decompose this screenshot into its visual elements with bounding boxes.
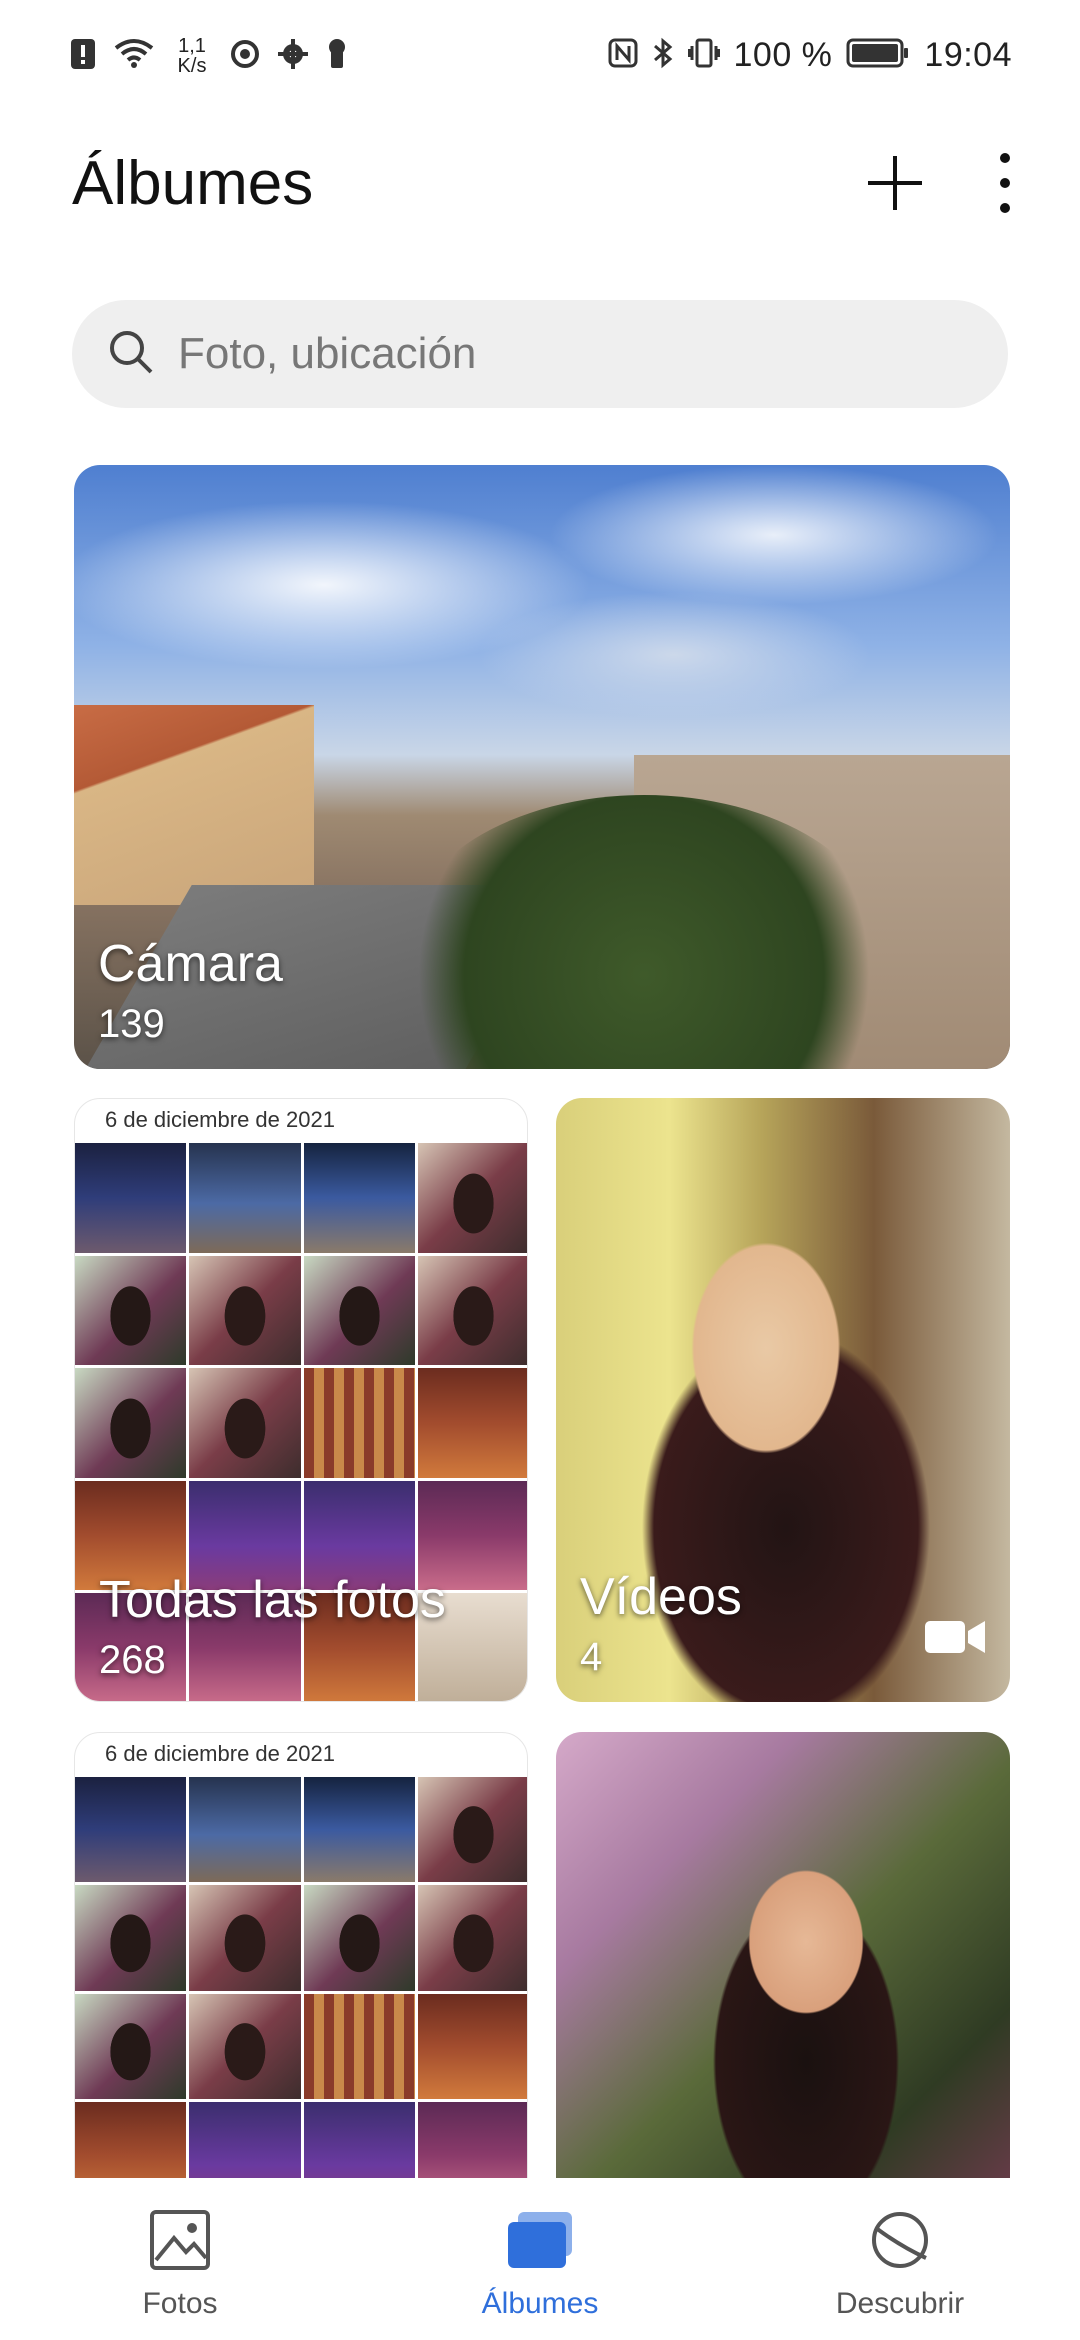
vibrate-icon [687, 38, 720, 73]
search-bar[interactable] [72, 300, 1008, 408]
thumbnail [75, 1885, 187, 1991]
nav-label-fotos: Fotos [142, 2287, 218, 2320]
search-input[interactable] [178, 329, 938, 379]
header-actions [850, 140, 1080, 230]
add-album-button[interactable] [850, 140, 940, 230]
thumbnail [75, 1255, 187, 1366]
thumbnail [417, 1143, 527, 1253]
thumbnail [417, 1255, 527, 1366]
network-speed: 1,1 K/s [172, 36, 212, 76]
thumbnail [303, 1143, 415, 1253]
plus-icon [864, 152, 926, 219]
bottom-nav: Fotos Álbumes Descubrir [0, 2178, 1080, 2340]
status-right: 100 % 19:04 [608, 36, 1013, 75]
album-name: Cámara [98, 935, 283, 993]
page-title: Álbumes [72, 149, 314, 218]
thumbnail [417, 1993, 527, 2100]
thumbnail [189, 1255, 301, 1366]
album-selfie[interactable] [556, 1732, 1010, 2252]
thumbnail [75, 1368, 187, 1478]
album-date: 6 de diciembre de 2021 [105, 1741, 335, 1766]
vpn-icon [230, 39, 260, 74]
status-left: 1,1 K/s [70, 36, 348, 76]
thumbnail [417, 1368, 527, 1478]
bluetooth-icon [652, 37, 674, 74]
network-speed-value: 1,1 [178, 35, 206, 57]
thumbnail [75, 1993, 187, 2100]
thumbnail [189, 1885, 301, 1991]
thumbnail [303, 1255, 415, 1366]
album-label: Todas las fotos 268 [99, 1570, 446, 1683]
alert-icon [70, 38, 96, 75]
albums-icon [504, 2208, 576, 2277]
album-camara[interactable]: Cámara 139 [74, 465, 1010, 1069]
thumbnail [75, 1777, 187, 1883]
thumbnail [189, 1368, 301, 1478]
gallery-screen: 1,1 K/s 100 % 19:04 Álbumes Foto, ubicac… [0, 0, 1080, 2340]
thumbnail [189, 1993, 301, 2100]
album-label: Cámara 139 [98, 934, 283, 1047]
search-icon [108, 329, 154, 380]
nav-item-descubrir[interactable]: Descubrir [750, 2208, 1050, 2321]
more-vert-icon [999, 152, 1011, 219]
clock: 19:04 [924, 36, 1012, 74]
battery-percent: 100 % [733, 36, 833, 74]
nav-item-albumes[interactable]: Álbumes [390, 2208, 690, 2321]
thumbnail [417, 1777, 527, 1883]
album-date: 6 de diciembre de 2021 [105, 1107, 335, 1132]
nfc-icon [608, 38, 638, 73]
album-label: Vídeos 4 [580, 1567, 742, 1680]
thumbnail [303, 1993, 415, 2100]
nav-label-albumes: Álbumes [481, 2287, 599, 2320]
settings-icon [278, 38, 308, 74]
album-count: 139 [98, 1002, 165, 1046]
album-name: Vídeos [580, 1568, 742, 1626]
status-bar: 1,1 K/s 100 % 19:04 [0, 0, 1080, 120]
image-icon [148, 2208, 212, 2277]
lock-icon [326, 38, 348, 75]
album-todas-las-fotos[interactable]: 6 de diciembre de 2021 Todas las fotos 2… [74, 1098, 528, 1702]
thumbnail [303, 1368, 415, 1478]
thumbnail [417, 1885, 527, 1991]
thumbnail [303, 1777, 415, 1883]
album-name: Todas las fotos [99, 1571, 446, 1629]
album-videos[interactable]: Vídeos 4 [556, 1098, 1010, 1702]
battery-icon [846, 37, 910, 74]
discover-icon [866, 2208, 934, 2277]
wifi-icon [114, 38, 154, 75]
network-speed-unit: K/s [177, 55, 207, 77]
nav-label-descubrir: Descubrir [835, 2287, 965, 2320]
thumbnail [189, 1777, 301, 1883]
album-grid-2[interactable]: 6 de diciembre de 2021 [74, 1732, 528, 2252]
more-options-button[interactable] [960, 140, 1050, 230]
thumbnail [303, 1885, 415, 1991]
thumbnail [189, 1143, 301, 1253]
album-count: 4 [580, 1635, 603, 1679]
video-icon [924, 1617, 986, 1662]
thumbnail [75, 1143, 187, 1253]
album-count: 268 [99, 1638, 166, 1682]
nav-item-fotos[interactable]: Fotos [30, 2208, 330, 2321]
